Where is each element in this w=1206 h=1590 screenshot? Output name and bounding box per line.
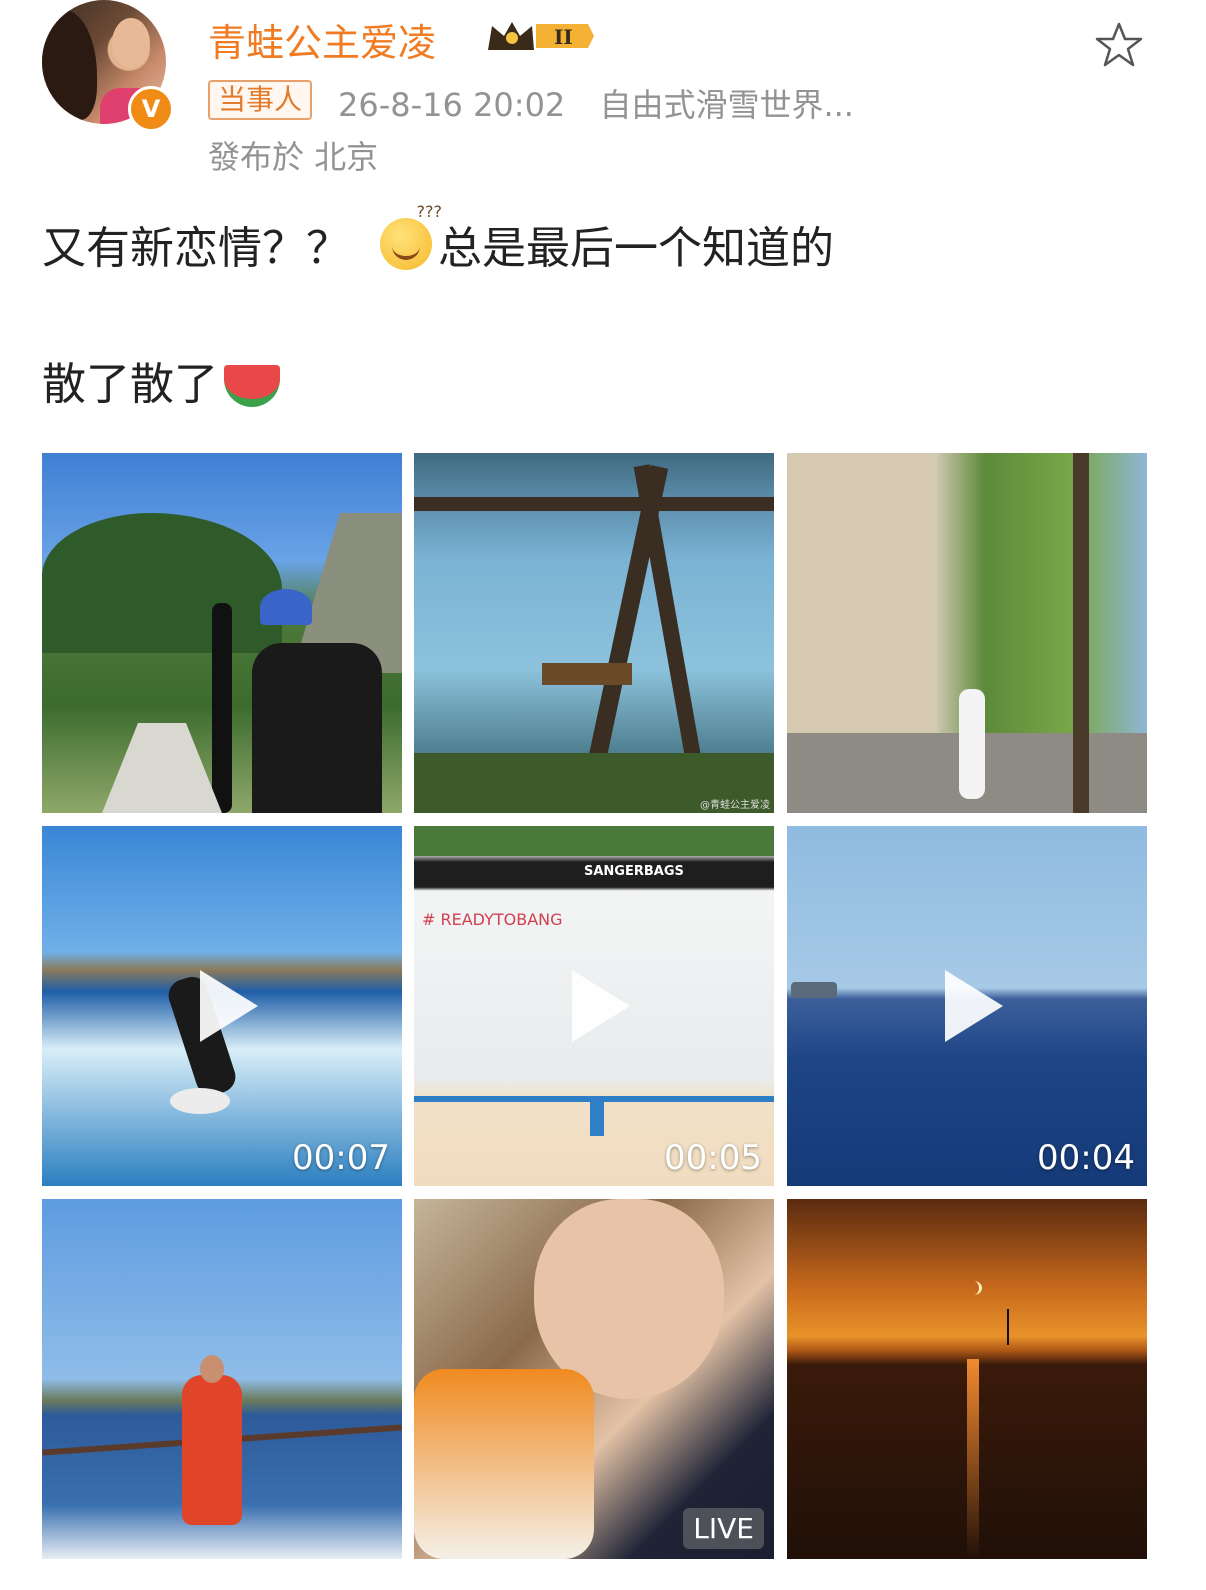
video-duration: 00:04: [1037, 1138, 1135, 1178]
badge-level: II: [554, 25, 573, 49]
image-watermark: @青蛙公主爱凌: [700, 800, 770, 811]
play-icon[interactable]: [200, 970, 258, 1042]
post-text-part: 总是最后一个知道的: [438, 223, 834, 274]
mountain-shape: [42, 513, 282, 653]
play-icon[interactable]: [572, 970, 630, 1042]
flowers-shape: [414, 1369, 594, 1559]
sailboat-mast: [1007, 1309, 1009, 1345]
live-photo-badge: LIVE: [683, 1508, 764, 1549]
media-tile-8[interactable]: LIVE: [414, 1199, 774, 1559]
post-text-part: 散了散了: [42, 359, 218, 410]
swing-seat: [542, 663, 632, 685]
video-duration: 00:07: [292, 1138, 390, 1178]
swing-beam: [414, 497, 774, 511]
media-tile-7[interactable]: [42, 1199, 402, 1559]
post-text-line-2: 散了散了: [42, 348, 280, 412]
thinking-smile-emoji-icon: ???: [380, 202, 442, 270]
watermelon-emoji-icon: [224, 365, 280, 407]
play-icon[interactable]: [945, 970, 1003, 1042]
member-crown-icon[interactable]: II: [484, 16, 596, 56]
board-shape: [170, 1088, 230, 1114]
media-tile-5[interactable]: SANGERBAGS # READYTOBANG 00:05: [414, 826, 774, 1186]
post-text-part: 又有新恋情？？: [42, 223, 350, 274]
person-head-shape: [200, 1355, 224, 1383]
person-shape: [959, 689, 985, 799]
airbag-brand: SANGERBAGS: [584, 864, 684, 879]
tree-trunk: [1073, 453, 1089, 813]
media-tile-6[interactable]: 00:04: [787, 826, 1147, 1186]
post-meta: 26-8-16 20:02 自由式滑雪世界...: [338, 80, 854, 126]
jersey-shape: [252, 643, 382, 813]
post-datetime: 26-8-16 20:02: [338, 86, 566, 124]
sun-reflection: [967, 1359, 979, 1559]
avatar-face: [112, 18, 150, 68]
verified-badge-icon: V: [128, 86, 174, 132]
boat-shape: [791, 982, 837, 998]
favorite-star-icon[interactable]: [1094, 20, 1144, 70]
media-tile-2[interactable]: @青蛙公主爱凌: [414, 453, 774, 813]
airbag-stripe: [590, 1096, 604, 1136]
post-text-line-1: 又有新恋情？？ ??? 总是最后一个知道的: [42, 202, 834, 276]
building-shape: [787, 453, 937, 753]
post-source[interactable]: 自由式滑雪世界...: [599, 86, 854, 124]
grass-shape: [414, 826, 774, 856]
media-tile-1[interactable]: [42, 453, 402, 813]
moon-shape: [965, 1281, 982, 1295]
status-badge: 当事人: [208, 80, 313, 120]
slope-shape: [102, 723, 222, 813]
username[interactable]: 青蛙公主爱凌: [208, 12, 436, 67]
post-location: 發布於 北京: [208, 138, 379, 176]
ski-shape: [212, 603, 232, 813]
video-duration: 00:05: [664, 1138, 762, 1178]
media-tile-3[interactable]: [787, 453, 1147, 813]
airbag-hashtag: # READYTOBANG: [422, 910, 563, 929]
avatar-horse: [42, 10, 97, 120]
person-dress-shape: [182, 1375, 242, 1525]
helmet-shape: [260, 589, 312, 625]
media-tile-9[interactable]: [787, 1199, 1147, 1559]
media-tile-4[interactable]: 00:07: [42, 826, 402, 1186]
